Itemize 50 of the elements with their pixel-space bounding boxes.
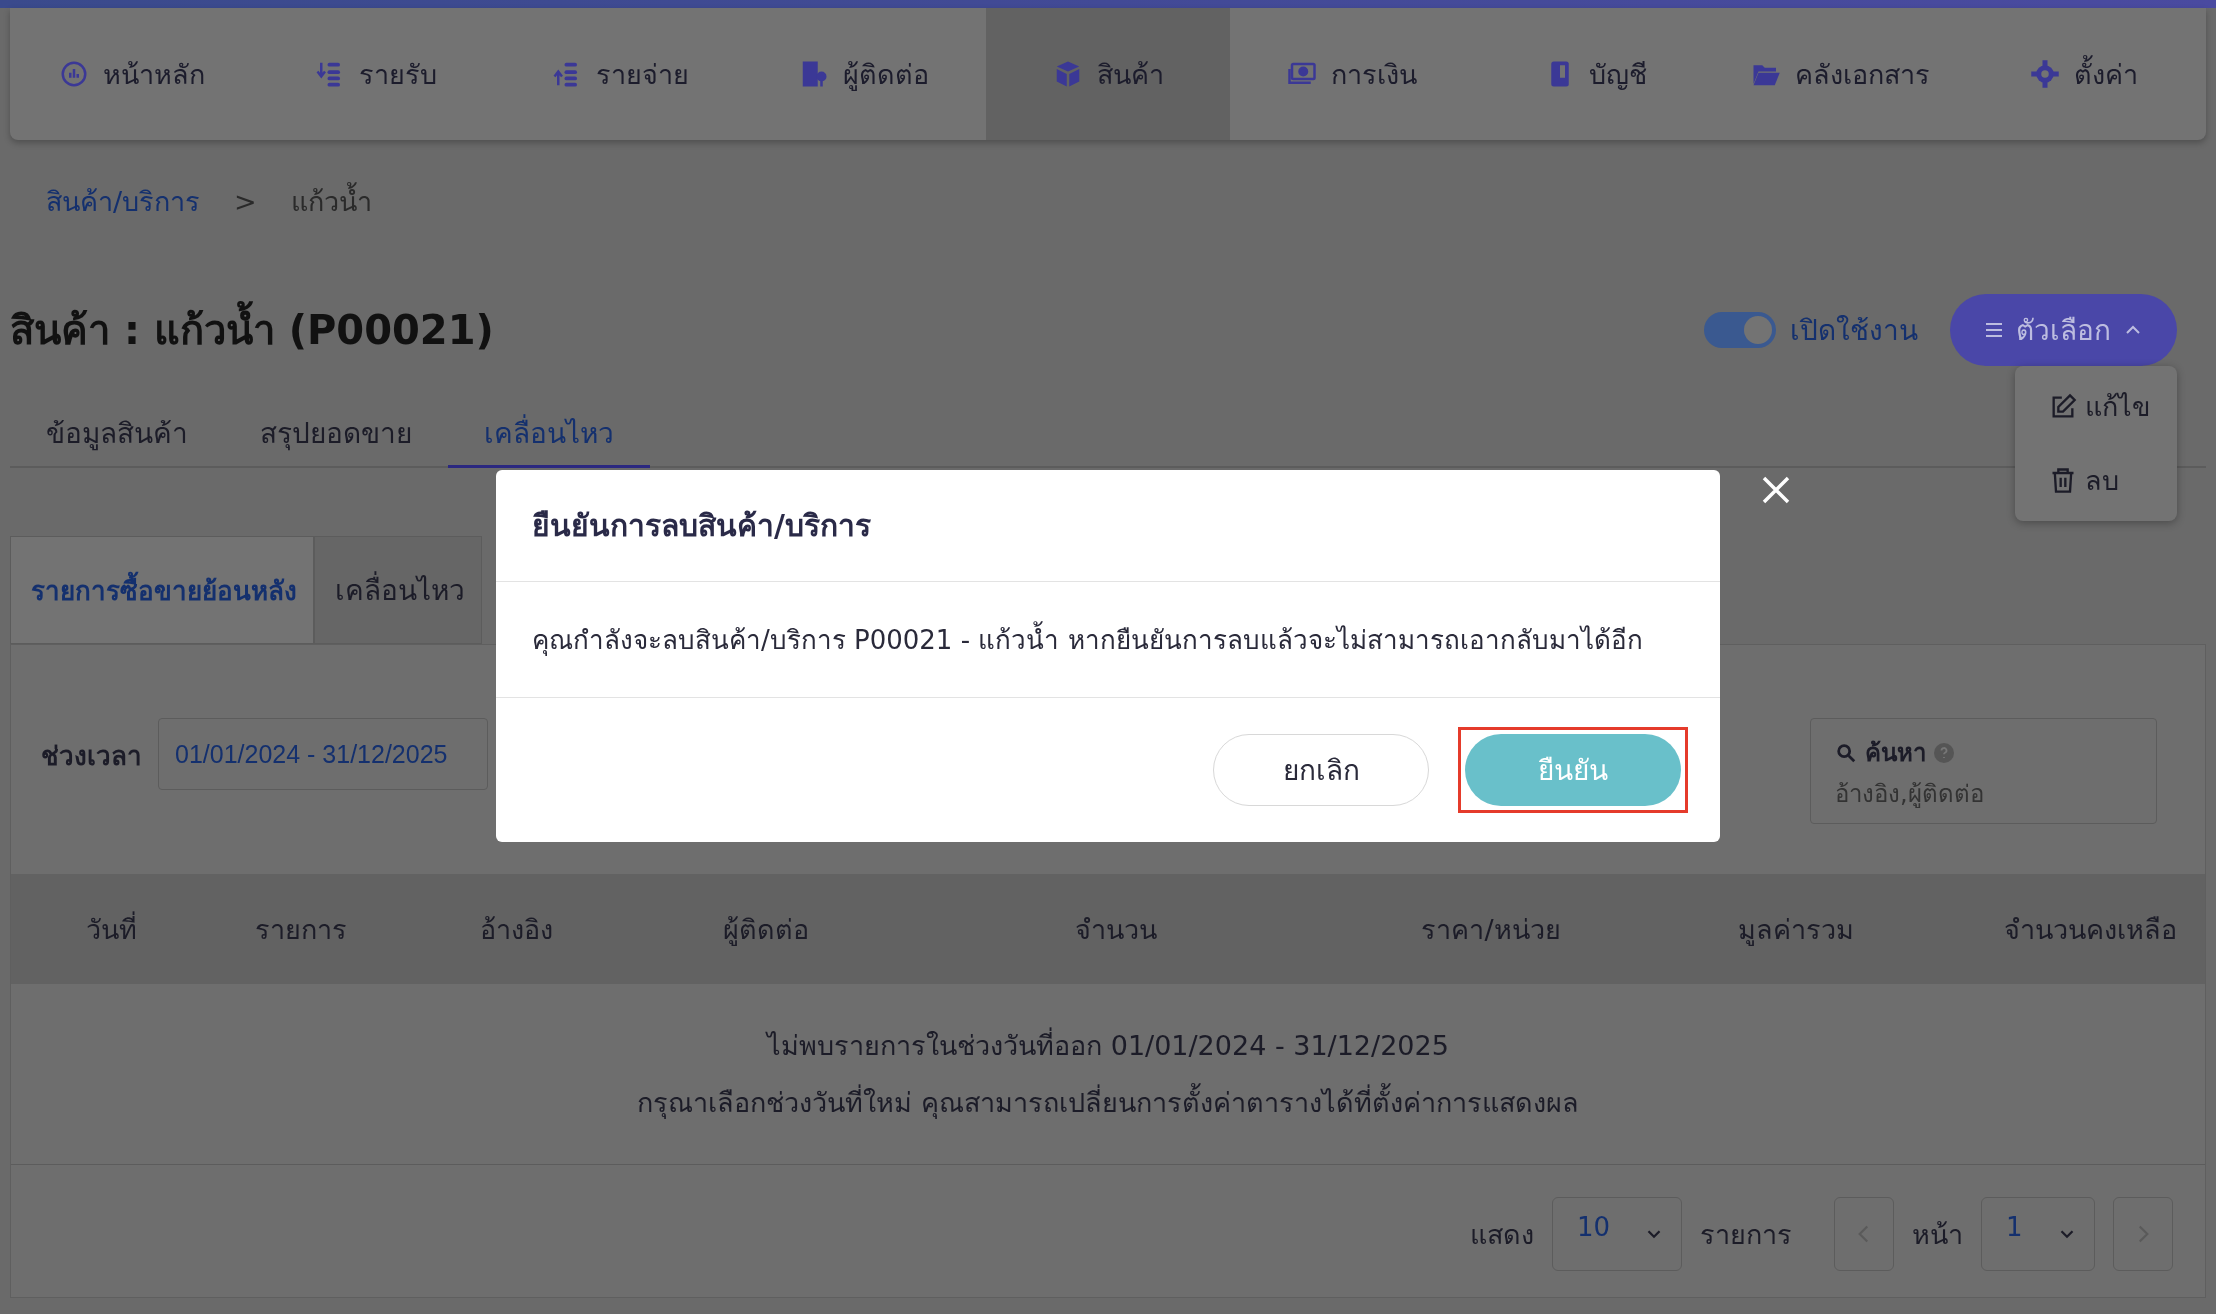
show-label: แสดง — [1470, 1217, 1534, 1252]
nav-item[interactable]: ผู้ติดต่อ — [742, 8, 986, 140]
dialog-message: คุณกำลังจะลบสินค้า/บริการ P00021 - แก้วน้ำ หากยืนยันการลบแล้วจะไม่สามารถเอากลับมาได้อีก — [532, 619, 1643, 660]
toggle-label: เปิดใช้งาน — [1790, 313, 1918, 349]
page-select[interactable]: 1 — [1981, 1197, 2095, 1271]
search-label: ค้นหา — [1865, 738, 1926, 769]
confirm-button[interactable]: ยืนยัน — [1465, 734, 1681, 806]
nav-item[interactable]: บัญชี — [1474, 8, 1718, 140]
nav-item[interactable]: หน้าหลัก — [10, 8, 254, 140]
page-label: หน้า — [1912, 1217, 1963, 1252]
column-header: มูลค่ารวม — [1737, 912, 1855, 948]
nav-item[interactable]: การเงิน — [1230, 8, 1474, 140]
breadcrumb-link[interactable]: สินค้า/บริการ — [46, 179, 201, 223]
column-header: ผู้ติดต่อ — [722, 912, 810, 948]
nav-item[interactable]: ตั้งค่า — [1962, 8, 2206, 140]
dialog-title: ยืนยันการลบสินค้า/บริการ — [532, 507, 871, 545]
empty-message: กรุณาเลือกช่วงวันที่ใหม่ คุณสามารถเปลี่ยนการตั้งค่าตารางได้ที่ตั้งค่าการแสดงผล — [637, 1081, 1579, 1124]
breadcrumb-separator: > — [234, 185, 257, 217]
breadcrumb-current: แก้วน้ำ — [290, 179, 372, 223]
options-button[interactable]: ตัวเลือก — [1950, 294, 2177, 366]
status-toggle[interactable] — [1704, 312, 1776, 348]
close-icon[interactable] — [1760, 474, 1792, 506]
sub-tab[interactable]: เคลื่อนไหว — [314, 536, 482, 644]
date-range-field[interactable]: 01/01/2024 - 31/12/2025 — [158, 718, 488, 790]
menu-item[interactable]: ลบ — [2015, 458, 2177, 502]
page-title: สินค้า : แก้วน้ำ (P00021) — [10, 298, 494, 362]
page-size-select[interactable]: 10 — [1552, 1197, 1682, 1271]
cancel-button[interactable]: ยกเลิก — [1213, 734, 1429, 806]
nav-item[interactable]: รายรับ — [254, 8, 498, 140]
column-header: วันที่ — [84, 910, 138, 947]
tab[interactable]: ข้อมูลสินค้า — [10, 400, 224, 468]
column-header: ราคา/หน่วย — [1420, 912, 1562, 947]
column-header: อ้างอิง — [478, 912, 554, 947]
nav-item[interactable]: รายจ่าย — [498, 8, 742, 140]
column-header: จำนวน — [1074, 912, 1158, 947]
nav-item[interactable]: คลังเอกสาร — [1718, 8, 1962, 140]
unit-label: รายการ — [1700, 1217, 1792, 1252]
tab[interactable]: สรุปยอดขาย — [224, 400, 448, 468]
search-icon — [1835, 741, 1857, 764]
help-icon — [1934, 742, 1954, 763]
column-header: รายการ — [254, 912, 348, 947]
nav-item[interactable]: สินค้า — [986, 8, 1230, 140]
sub-tab[interactable]: รายการซื้อขายย้อนหลัง — [10, 536, 314, 644]
chart-icon — [59, 59, 89, 89]
filter-label: ช่วงเวลา — [41, 739, 142, 773]
search-input[interactable]: อ้างอิง,ผู้ติดต่อ — [1835, 780, 2132, 808]
menu-item[interactable]: แก้ไข — [2015, 385, 2177, 429]
settings-icon — [2030, 59, 2060, 89]
column-header: จำนวนคงเหลือ — [2003, 912, 2178, 947]
empty-message: ไม่พบรายการในช่วงวันที่ออก 01/01/2024 - 31/12/2025 — [767, 1024, 1449, 1067]
